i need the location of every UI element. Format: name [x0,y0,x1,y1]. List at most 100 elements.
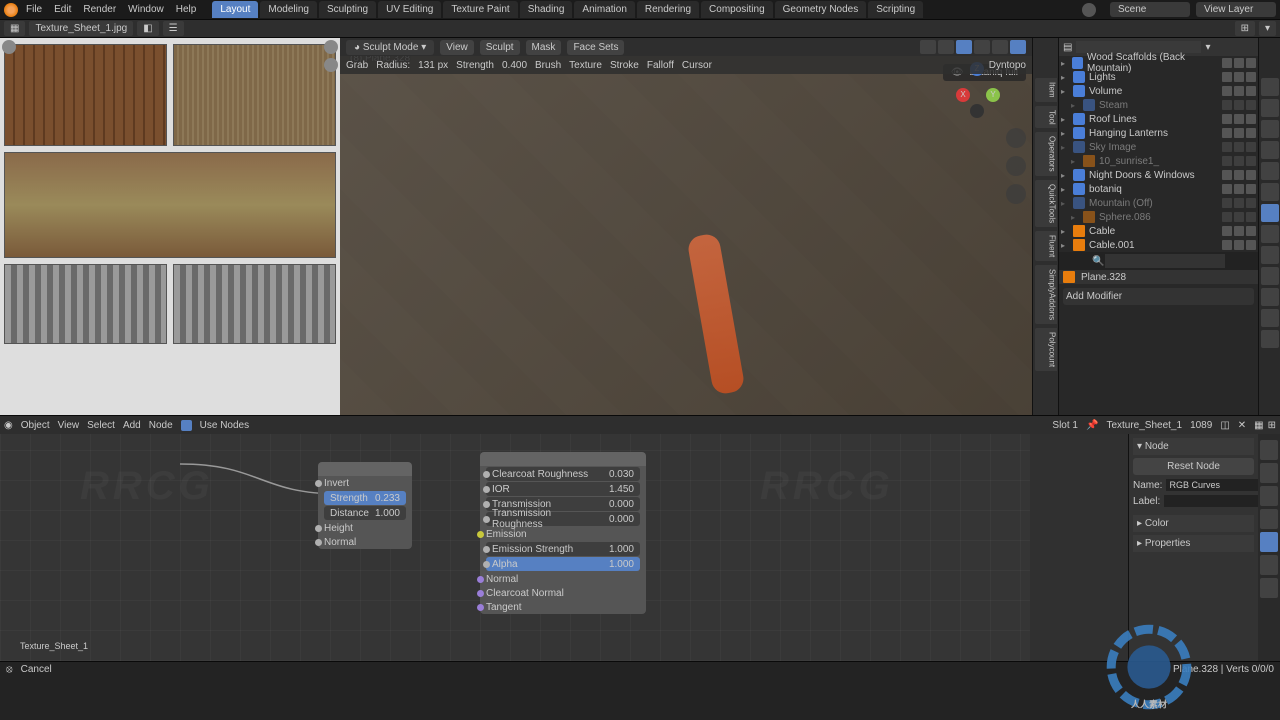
prop-render-icon[interactable] [1261,78,1279,96]
exclude-toggle-icon[interactable] [1222,100,1232,110]
disclosure-icon[interactable]: ▸ [1061,227,1069,236]
brush-tool-label[interactable]: Grab [346,60,368,71]
exclude-toggle-icon[interactable] [1222,226,1232,236]
nodetab-options[interactable] [1260,509,1278,529]
nodemode-object[interactable]: Object [21,420,50,431]
material-name[interactable]: Texture_Sheet_1 [1106,420,1182,431]
nodetab-extra2[interactable] [1260,578,1278,598]
workspace-layout[interactable]: Layout [212,1,258,18]
visibility-toggle-icon[interactable] [1234,226,1244,236]
socket-invert[interactable]: Invert [318,476,412,490]
3d-viewport[interactable]: ◕ Sculpt Mode ▾ View Sculpt Mask Face Se… [340,38,1032,415]
texture-menu[interactable]: Texture [569,60,602,71]
viewport-menu-facesets[interactable]: Face Sets [567,40,624,55]
image-editor-icon[interactable]: ▦ [4,21,25,36]
reset-node-button[interactable]: Reset Node [1133,458,1254,475]
gizmo-toggle-icon[interactable] [938,40,954,54]
color-panel-header[interactable]: ▸ Color [1133,515,1254,532]
node-header-right-1[interactable]: ▦ [1254,420,1263,431]
overlay-toggle-icon[interactable] [920,40,936,54]
workspace-compositing[interactable]: Compositing [701,1,773,18]
sidetab-fluent[interactable]: Fluent [1035,231,1057,261]
exclude-toggle-icon[interactable] [1222,114,1232,124]
bump-node[interactable]: Invert Strength0.233 Distance1.000 Heigh… [318,462,412,549]
workspace-uv[interactable]: UV Editing [378,1,441,18]
sidetab-polycount[interactable]: Polycount [1035,328,1057,371]
properties-panel-header[interactable]: ▸ Properties [1133,535,1254,552]
outliner-row[interactable]: ▸10_sunrise1_ [1069,154,1258,168]
dyntopo-toggle[interactable]: Dyntopo [989,60,1026,71]
sidetab-tool[interactable]: Tool [1035,106,1057,129]
viewport-menu-mask[interactable]: Mask [526,40,562,55]
shading-solid-icon[interactable] [974,40,990,54]
ref-image-roof[interactable] [173,44,336,146]
render-toggle-icon[interactable] [1246,240,1256,250]
prop-mesh-icon[interactable] [1261,288,1279,306]
workspace-scripting[interactable]: Scripting [868,1,923,18]
workspace-texturepaint[interactable]: Texture Paint [443,1,517,18]
new-material-icon[interactable]: ◫ [1220,420,1229,431]
outliner-row[interactable]: ▸Mountain (Off) [1059,196,1258,210]
visibility-toggle-icon[interactable] [1234,184,1244,194]
socket-ior[interactable]: IOR1.450 [486,482,640,496]
gizmo-center[interactable] [970,104,984,118]
prop-constraints-icon[interactable] [1261,267,1279,285]
outliner-row[interactable]: ▸Volume [1059,84,1258,98]
menu-window[interactable]: Window [128,4,164,15]
unlink-icon[interactable]: ✕ [1238,420,1246,431]
render-toggle-icon[interactable] [1246,184,1256,194]
disclosure-icon[interactable]: ▸ [1071,157,1079,166]
disclosure-icon[interactable]: ▸ [1061,59,1068,68]
image-name-field[interactable]: Texture_Sheet_1.jpg [29,21,133,36]
strength-label[interactable]: Strength [456,60,494,71]
prop-material-icon[interactable] [1261,309,1279,327]
pan-icon[interactable] [1006,156,1026,176]
prop-modifier-icon[interactable] [1261,204,1279,222]
viewport-menu-sculpt[interactable]: Sculpt [480,40,520,55]
disclosure-icon[interactable]: ▸ [1061,185,1069,194]
exclude-toggle-icon[interactable] [1222,86,1232,96]
outliner-row[interactable]: ▸Hanging Lanterns [1059,126,1258,140]
visibility-toggle-icon[interactable] [1234,212,1244,222]
render-toggle-icon[interactable] [1246,58,1256,68]
disclosure-icon[interactable]: ▸ [1061,143,1069,152]
disclosure-icon[interactable]: ▸ [1061,241,1069,250]
workspace-animation[interactable]: Animation [574,1,634,18]
camera-icon[interactable] [1006,184,1026,204]
zoom-icon[interactable] [1006,128,1026,148]
nodetab-item[interactable] [1260,440,1278,460]
node-menu-add[interactable]: Add [123,420,141,431]
exclude-toggle-icon[interactable] [1222,240,1232,250]
scene-selector[interactable]: Scene [1110,2,1190,17]
outliner-row[interactable]: ▸Wood Scaffolds (Back Mountain) [1059,56,1258,70]
nodetab-view[interactable] [1260,486,1278,506]
gizmo-x-axis[interactable]: X [956,88,970,102]
visibility-toggle-icon[interactable] [1234,170,1244,180]
prop-particles-icon[interactable] [1261,225,1279,243]
outliner-row[interactable]: ▸Cable [1059,224,1258,238]
node-menu-view[interactable]: View [58,420,80,431]
visibility-toggle-icon[interactable] [1234,86,1244,96]
viewport-render[interactable] [340,74,1032,415]
render-toggle-icon[interactable] [1246,156,1256,166]
workspace-sculpting[interactable]: Sculpting [319,1,376,18]
mode-selector[interactable]: ◕ Sculpt Mode ▾ [346,40,434,55]
render-toggle-icon[interactable] [1246,198,1256,208]
outliner-footer-input[interactable] [1105,254,1225,268]
outliner-row[interactable]: ▸Roof Lines [1059,112,1258,126]
disclosure-icon[interactable]: ▸ [1061,129,1069,138]
sidetab-simplyaddons[interactable]: SimplyAddons [1035,265,1057,324]
visibility-toggle-icon[interactable] [1234,100,1244,110]
render-toggle-icon[interactable] [1246,212,1256,222]
socket-alpha[interactable]: Alpha1.000 [486,557,640,571]
cancel-icon[interactable]: ⦻ [6,664,13,675]
pin-icon[interactable]: 📌 [1086,420,1098,431]
ref-image-door[interactable] [4,44,167,146]
disclosure-icon[interactable]: ▸ [1071,213,1079,222]
node-panel-header[interactable]: ▾ Node [1133,438,1254,455]
editor-type-icon[interactable]: ◉ [4,420,13,431]
exclude-toggle-icon[interactable] [1222,184,1232,194]
socket-height[interactable]: Height [318,521,412,535]
render-toggle-icon[interactable] [1246,100,1256,110]
panel-icon[interactable] [2,40,16,54]
